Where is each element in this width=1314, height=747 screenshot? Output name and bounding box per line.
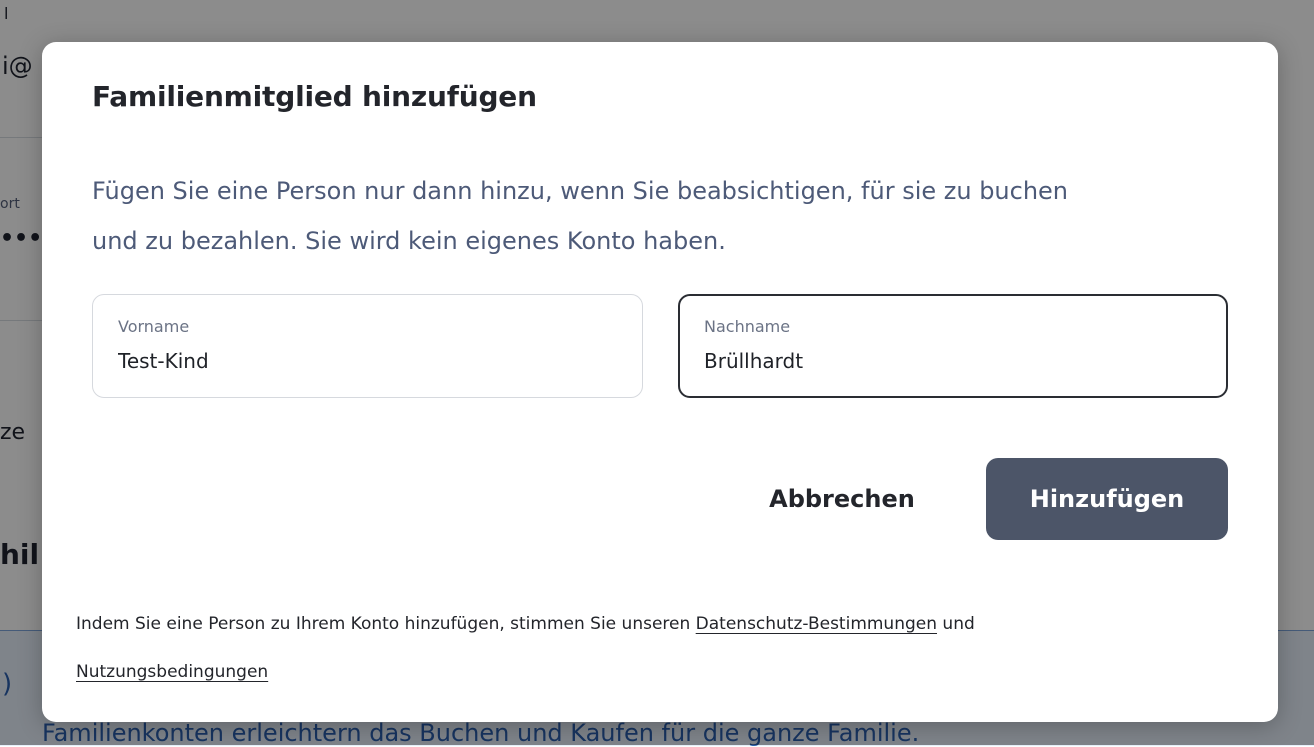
first-name-field[interactable]: Vorname bbox=[92, 294, 643, 398]
legal-notice: Indem Sie eine Person zu Ihrem Konto hin… bbox=[76, 600, 1156, 696]
legal-notice-text: Indem Sie eine Person zu Ihrem Konto hin… bbox=[76, 614, 696, 634]
cancel-button[interactable]: Abbrechen bbox=[742, 458, 942, 540]
first-name-input[interactable] bbox=[118, 349, 598, 373]
add-family-member-dialog: Familienmitglied hinzufügen Fügen Sie ei… bbox=[42, 42, 1278, 722]
dialog-title: Familienmitglied hinzufügen bbox=[92, 80, 537, 113]
last-name-label: Nachname bbox=[704, 317, 791, 336]
privacy-policy-link[interactable]: Datenschutz-Bestimmungen bbox=[696, 614, 937, 634]
add-button[interactable]: Hinzufügen bbox=[986, 458, 1228, 540]
last-name-input[interactable] bbox=[704, 349, 1184, 373]
legal-connector-text: und bbox=[937, 614, 975, 634]
last-name-field[interactable]: Nachname bbox=[678, 294, 1228, 398]
terms-of-use-link[interactable]: Nutzungsbedingungen bbox=[76, 662, 268, 682]
dialog-description: Fügen Sie eine Person nur dann hinzu, we… bbox=[92, 177, 1069, 255]
first-name-label: Vorname bbox=[118, 317, 190, 336]
